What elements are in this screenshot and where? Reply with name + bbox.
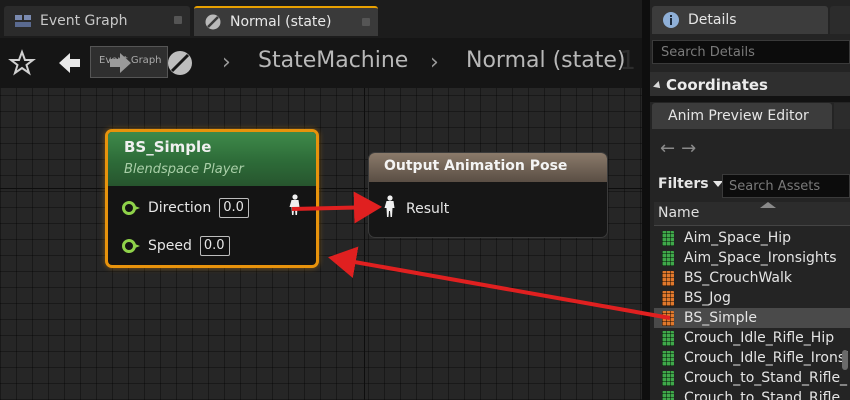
float-pin-icon[interactable] [122, 239, 140, 253]
asset-name: BS_Jog [684, 290, 731, 306]
pin-value-input[interactable]: 0.0 [199, 236, 230, 256]
tab-label: Normal (state) [230, 14, 332, 30]
asset-row[interactable]: BS_CrouchWalk [654, 268, 850, 288]
unreal-anim-graph-window: Event Graph Normal (state) Event Graph ›… [0, 0, 850, 400]
info-icon [662, 11, 680, 29]
asset-row[interactable]: Crouch_to_Stand_Rifle_ [654, 388, 850, 400]
float-pin-icon[interactable] [122, 201, 140, 215]
animation-asset-icon [662, 250, 674, 266]
tab-overflow[interactable] [834, 103, 850, 129]
blendspace-asset-icon [662, 310, 674, 326]
pin-direction[interactable]: Direction 0.0 [122, 198, 250, 218]
asset-row[interactable]: Aim_Space_Hip [654, 228, 850, 248]
pin-label: Direction [148, 200, 212, 216]
asset-name: Crouch_to_Stand_Rifle_ [684, 370, 848, 386]
breadcrumb-chevron-icon: › [222, 50, 231, 75]
asset-row[interactable]: Crouch_Idle_Rifle_Ironsi [654, 348, 850, 368]
blendspace-player-node[interactable]: BS_Simple Blendspace Player Direction 0.… [105, 129, 319, 268]
asset-row[interactable]: BS_Simple [654, 308, 850, 328]
column-label: Name [658, 205, 700, 221]
tab-details[interactable]: Details [652, 6, 828, 34]
search-assets-input[interactable]: Search Assets [722, 174, 850, 198]
animation-asset-icon [662, 390, 674, 400]
star-icon[interactable] [8, 49, 36, 77]
back-arrow-icon[interactable] [56, 49, 84, 77]
tab-normal-state[interactable]: Normal (state) [194, 6, 378, 36]
asset-name: Crouch_Idle_Rifle_Hip [684, 330, 835, 346]
node-subtitle: Blendspace Player [124, 162, 244, 177]
asset-row[interactable]: Crouch_Idle_Rifle_Hip [654, 328, 850, 348]
pin-label: Result [406, 201, 450, 217]
collapse-arrow-icon [653, 80, 663, 91]
breadcrumb-item-current: Normal (state) [466, 48, 626, 73]
asset-row[interactable]: BS_Jog [654, 288, 850, 308]
breadcrumb-chevron-icon: › [430, 50, 439, 75]
animation-asset-icon [662, 370, 674, 386]
forward-arrow-icon[interactable] [106, 49, 134, 77]
column-header-name[interactable]: Name [654, 202, 850, 226]
search-details-input[interactable]: Search Details [652, 40, 850, 64]
node-title: Output Animation Pose [369, 153, 607, 182]
document-tab-bar: Event Graph Normal (state) [0, 0, 642, 38]
right-panel: Details Search Details Coordinates Anim … [650, 0, 850, 400]
blendspace-asset-icon [662, 290, 674, 306]
state-icon [204, 13, 222, 31]
asset-row[interactable]: Aim_Space_Ironsights [654, 248, 850, 268]
animation-asset-icon [662, 330, 674, 346]
state-icon [166, 49, 194, 77]
output-animation-pose-node[interactable]: Output Animation Pose Result [368, 152, 608, 238]
graph-canvas[interactable] [0, 88, 642, 400]
pose-input-pin-icon[interactable] [383, 195, 397, 219]
pin-value-input[interactable]: 0.0 [219, 198, 250, 218]
animation-asset-icon [662, 350, 674, 366]
node-header: BS_Simple Blendspace Player [108, 132, 316, 186]
section-label: Coordinates [666, 76, 768, 94]
blendspace-asset-icon [662, 270, 674, 286]
event-graph-icon [14, 12, 32, 30]
history-navigation: ←→ [660, 138, 702, 159]
tab-overflow[interactable] [830, 6, 850, 34]
asset-name: Crouch_to_Stand_Rifle_ [684, 390, 848, 400]
panel-gap [650, 96, 850, 102]
pose-output-pin-icon[interactable] [288, 194, 302, 216]
tab-close-icon[interactable] [362, 18, 370, 26]
sort-caret-icon [760, 202, 776, 208]
asset-name: BS_Simple [684, 310, 758, 326]
pin-speed[interactable]: Speed 0.0 [122, 236, 230, 256]
tab-anim-preview-editor[interactable]: Anim Preview Editor [652, 103, 832, 129]
back-arrow-icon[interactable]: ← [660, 138, 681, 159]
filters-label: Filters [658, 176, 709, 192]
scrollbar-thumb[interactable] [842, 350, 848, 370]
filters-button[interactable]: Filters [658, 176, 723, 192]
node-title: BS_Simple [124, 138, 212, 156]
asset-name: BS_CrouchWalk [684, 270, 793, 286]
graph-watermark: 1 [619, 46, 636, 76]
tab-label: Details [688, 12, 737, 28]
forward-arrow-icon[interactable]: → [681, 138, 702, 159]
asset-row[interactable]: Crouch_to_Stand_Rifle_ [654, 368, 850, 388]
animation-asset-icon [662, 230, 674, 246]
asset-list: Aim_Space_Hip Aim_Space_Ironsights BS_Crou… [654, 228, 850, 400]
asset-name: Aim_Space_Hip [684, 230, 792, 246]
tab-label: Event Graph [40, 13, 128, 29]
section-coordinates[interactable]: Coordinates [650, 72, 850, 96]
tab-event-graph[interactable]: Event Graph [4, 6, 190, 36]
breadcrumb-item-statemachine[interactable]: StateMachine [258, 48, 408, 73]
asset-name: Aim_Space_Ironsights [684, 250, 837, 266]
pin-label: Speed [148, 238, 192, 254]
panel-splitter[interactable] [642, 0, 650, 400]
tab-close-icon[interactable] [174, 16, 182, 24]
asset-name: Crouch_Idle_Rifle_Ironsi [684, 350, 849, 366]
breadcrumb: Event Graph › StateMachine › Normal (sta… [0, 38, 642, 88]
